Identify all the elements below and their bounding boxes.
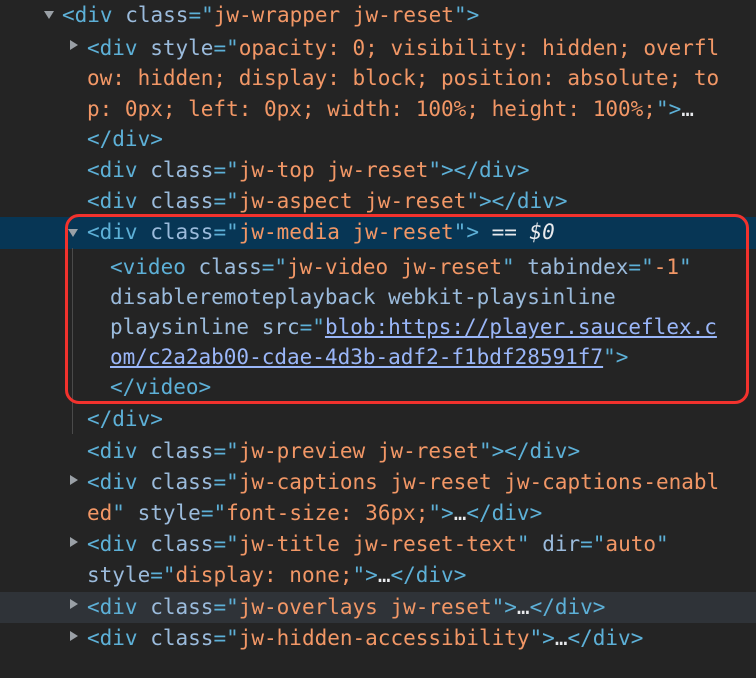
- code-token: …: [516, 595, 530, 619]
- collapsed-triangle-icon[interactable]: [70, 475, 78, 485]
- expanded-triangle-icon[interactable]: [44, 11, 54, 19]
- code-token: =": [150, 563, 176, 587]
- code-token: <div: [87, 158, 151, 182]
- code-token: </div>: [567, 626, 644, 650]
- code-token: "></div>: [428, 158, 530, 182]
- dom-node-line[interactable]: ed" style="font-size: 36px;">…</div>: [87, 498, 542, 529]
- dom-node-line[interactable]: <div class="jw-aspect jw-reset"></div>: [87, 186, 567, 217]
- dom-node-line[interactable]: <div class="jw-captions jw-reset jw-capt…: [87, 467, 719, 498]
- code-token: "></div>: [466, 189, 568, 213]
- code-token: <div: [87, 470, 151, 494]
- red-annotation-box: [65, 214, 749, 404]
- code-token: =": [213, 595, 239, 619]
- code-token: ">: [453, 3, 480, 27]
- dom-node-line[interactable]: <div class="jw-hidden-accessibility">…</…: [87, 623, 643, 654]
- code-token: dir: [542, 532, 581, 556]
- code-token: display: none;: [175, 563, 353, 587]
- code-token: =": [200, 501, 227, 525]
- code-token: …: [681, 97, 694, 121]
- code-token: jw-preview jw-reset: [238, 439, 479, 463]
- collapsed-triangle-icon[interactable]: [70, 599, 78, 609]
- code-token: class: [150, 595, 214, 619]
- dom-node-line[interactable]: style="display: none;">…</div>: [87, 560, 466, 591]
- code-token: jw-title jw-reset-text: [238, 532, 517, 556]
- code-token: </div>: [529, 595, 606, 619]
- dom-node-line[interactable]: </div>: [87, 124, 163, 155]
- code-token: ">: [491, 595, 517, 619]
- code-token: =": [580, 532, 606, 556]
- code-token: =": [213, 36, 239, 60]
- code-token: ": [112, 501, 138, 525]
- code-token: style: [137, 501, 201, 525]
- code-token: ">: [428, 501, 454, 525]
- code-token: …: [377, 563, 391, 587]
- collapsed-triangle-icon[interactable]: [70, 40, 78, 50]
- code-token: class: [150, 439, 214, 463]
- code-token: ": [656, 532, 669, 556]
- code-token: </div>: [87, 407, 163, 431]
- code-token: =": [213, 189, 239, 213]
- code-token: jw-aspect jw-reset: [238, 189, 467, 213]
- code-token: class: [150, 626, 214, 650]
- code-token: =": [188, 3, 214, 27]
- code-token: <div: [62, 3, 126, 27]
- collapsed-triangle-icon[interactable]: [70, 537, 78, 547]
- code-token: opacity: 0; visibility: hidden; overfl: [238, 36, 720, 60]
- code-token: <div: [87, 595, 151, 619]
- code-token: ">: [655, 97, 682, 121]
- code-token: jw-captions jw-reset jw-captions-enabl: [238, 470, 720, 494]
- code-token: jw-top jw-reset: [238, 158, 429, 182]
- code-token: <div: [87, 36, 151, 60]
- code-token: </div>: [87, 127, 163, 151]
- code-token: class: [125, 3, 189, 27]
- code-token: =": [213, 158, 239, 182]
- code-token: =": [213, 626, 239, 650]
- collapsed-triangle-icon[interactable]: [70, 631, 78, 641]
- code-token: </div>: [466, 501, 543, 525]
- code-token: ": [516, 532, 543, 556]
- code-token: ed: [87, 501, 113, 525]
- dom-node-line[interactable]: ow: hidden; display: block; position: ab…: [87, 63, 719, 94]
- dom-node-line[interactable]: <div class="jw-overlays jw-reset">…</div…: [87, 592, 605, 623]
- code-token: auto: [605, 532, 656, 556]
- code-token: <div: [87, 439, 151, 463]
- code-token: </div>: [390, 563, 467, 587]
- code-token: ">: [352, 563, 378, 587]
- code-token: class: [150, 158, 214, 182]
- dom-node-line[interactable]: p: 0px; left: 0px; width: 100%; height: …: [87, 94, 694, 125]
- dom-node-line[interactable]: <div class="jw-top jw-reset"></div>: [87, 155, 530, 186]
- dom-node-line[interactable]: <div class="jw-preview jw-reset"></div>: [87, 436, 580, 467]
- dom-node-line[interactable]: </div>: [87, 404, 163, 435]
- elements-panel: <div class="jw-wrapper jw-reset"> <div st…: [0, 0, 756, 678]
- code-token: "></div>: [478, 439, 581, 463]
- code-token: class: [150, 532, 214, 556]
- code-token: jw-overlays jw-reset: [238, 595, 492, 619]
- code-token: jw-hidden-accessibility: [238, 626, 530, 650]
- code-token: <div: [87, 532, 151, 556]
- code-token: <div: [87, 626, 151, 650]
- code-token: class: [150, 470, 214, 494]
- code-token: style: [87, 563, 151, 587]
- code-token: style: [150, 36, 214, 60]
- dom-node-line[interactable]: <div class="jw-wrapper jw-reset">: [62, 0, 479, 31]
- code-token: font-size: 36px;: [226, 501, 429, 525]
- dom-node-line[interactable]: <div class="jw-title jw-reset-text" dir=…: [87, 529, 669, 560]
- dom-node-line[interactable]: <div style="opacity: 0; visibility: hidd…: [87, 33, 719, 64]
- code-token: =": [213, 470, 239, 494]
- code-token: class: [150, 189, 214, 213]
- code-token: =": [213, 532, 239, 556]
- code-token: =": [213, 439, 239, 463]
- code-token: …: [554, 626, 568, 650]
- code-token: jw-wrapper jw-reset: [213, 3, 454, 27]
- code-token: <div: [87, 189, 151, 213]
- code-token: …: [453, 501, 467, 525]
- code-token: ">: [529, 626, 555, 650]
- code-token: ow: hidden; display: block; position: ab…: [87, 66, 720, 90]
- code-token: p: 0px; left: 0px; width: 100%; height: …: [87, 97, 656, 121]
